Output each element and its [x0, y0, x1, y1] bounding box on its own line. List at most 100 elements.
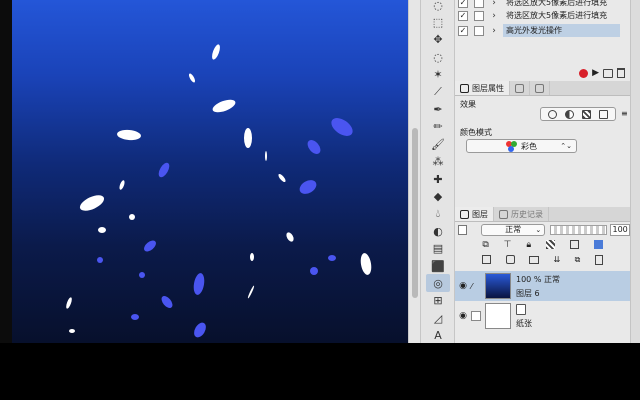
select-icon[interactable]: ⬚	[426, 13, 450, 31]
pen-icon[interactable]: ✒	[426, 100, 450, 118]
lock-transparency-icon[interactable]	[545, 240, 555, 249]
tone-effect-icon[interactable]	[565, 109, 574, 119]
layer-property-icon	[460, 83, 469, 93]
blend-icon[interactable]: 💧︎	[426, 205, 450, 223]
sub-tool-icon	[515, 83, 524, 93]
action-dialog-checkbox[interactable]	[474, 25, 484, 36]
lasso-icon[interactable]: ◌	[426, 48, 450, 66]
trash-icon[interactable]	[617, 68, 625, 78]
play-icon[interactable]: ▶	[592, 68, 599, 78]
property-panel-tabs: 图层属性	[455, 81, 630, 96]
effect-buttons[interactable]	[540, 107, 616, 121]
layer-row-selected[interactable]: ◉ ⁄ 100 % 正常 图层 6	[455, 271, 630, 301]
text-icon[interactable]: A	[426, 327, 450, 345]
gradient-icon[interactable]: ▤	[426, 240, 450, 258]
petal-shape	[129, 214, 135, 220]
tool-bar: ◌ ⬚ ✥ ◌ ✶ ⟋ ✒ ✏ 🖌︎ ⁂ ✚ ◆ 💧︎ ◐ ▤ ⬛ ◎ ⊞ ◿ A	[420, 0, 455, 343]
tab-history[interactable]: 历史记录	[494, 207, 549, 221]
petal-shape	[194, 322, 206, 338]
color-mode-select[interactable]: 彩色 ⌃⌄	[466, 139, 577, 153]
petal-shape	[79, 195, 105, 211]
opacity-input[interactable]: 100	[610, 223, 630, 236]
effect-label: 效果	[460, 100, 476, 109]
tab-label: 历史记录	[511, 209, 543, 219]
figure-icon[interactable]: ⬛	[426, 257, 450, 275]
chevron-right-icon[interactable]: ›	[489, 0, 499, 8]
pencil-icon[interactable]: ✏	[426, 118, 450, 136]
opacity-slider[interactable]	[550, 224, 608, 235]
delete-layer-icon[interactable]	[594, 254, 603, 265]
canvas-vertical-scrollbar[interactable]	[408, 0, 420, 343]
petal-shape	[278, 173, 286, 183]
layer-color-icon[interactable]	[582, 109, 591, 119]
record-icon[interactable]	[579, 68, 589, 78]
lasso-icon[interactable]: ◌	[426, 0, 450, 14]
reference-icon[interactable]: ⊤	[504, 240, 512, 250]
menu-icon[interactable]: ≡	[621, 109, 628, 118]
layer-lock-checkbox[interactable]	[471, 311, 481, 321]
blend-mode-select[interactable]: 正常 ⌄	[481, 223, 546, 236]
action-item-selected[interactable]: ✓ › 高光外发光操作	[455, 23, 630, 38]
layer-property-panel: 效果 ≡ 颜色模式 彩色 ⌃⌄	[455, 96, 630, 206]
petal-shape	[97, 257, 103, 263]
action-enable-checkbox[interactable]: ✓	[458, 25, 468, 36]
petal-shape	[247, 285, 255, 299]
border-effect-icon[interactable]	[548, 109, 557, 119]
new-raster-layer-icon[interactable]	[482, 255, 492, 264]
effect-extra-icon[interactable]	[599, 109, 608, 119]
action-dialog-checkbox[interactable]	[474, 10, 484, 21]
tab-sub-tool[interactable]	[510, 81, 530, 95]
tab-tool-property[interactable]	[530, 81, 550, 95]
action-enable-checkbox[interactable]: ✓	[458, 10, 468, 21]
copy-layer-icon[interactable]: ⧉	[575, 255, 581, 265]
petal-shape	[250, 253, 254, 261]
eye-icon[interactable]: ◉	[457, 281, 469, 291]
petal-shape	[331, 118, 353, 136]
eye-icon[interactable]: ◉	[457, 311, 469, 321]
lock-icon[interactable]: 🔒︎	[526, 240, 531, 250]
action-label: 将选区放大5像素后进行填充	[506, 11, 608, 20]
petal-shape	[139, 272, 145, 278]
petal-shape	[212, 99, 236, 113]
petal-shape	[212, 44, 220, 60]
new-vector-layer-icon[interactable]	[505, 255, 515, 264]
mask-icon[interactable]	[569, 240, 579, 249]
scrollbar-thumb[interactable]	[412, 128, 418, 298]
tab-label: 图层	[472, 209, 488, 219]
balloon-icon[interactable]: ◎	[426, 274, 450, 293]
panel-right-edge	[630, 0, 640, 343]
petal-shape	[66, 297, 72, 309]
tab-layer[interactable]: 图层	[455, 207, 494, 221]
eyedropper-icon[interactable]: ⟋	[426, 83, 450, 101]
frame-icon[interactable]: ⊞	[426, 292, 450, 310]
chevron-right-icon[interactable]: ›	[489, 11, 499, 21]
new-action-icon[interactable]	[603, 68, 613, 78]
action-dialog-checkbox[interactable]	[474, 0, 484, 8]
color-icon[interactable]	[593, 240, 603, 249]
move-icon[interactable]: ✥	[426, 31, 450, 49]
merge-down-icon[interactable]: ⇊	[553, 255, 560, 264]
pen-edit-icon: ⁄	[471, 281, 473, 291]
petal-shape	[265, 151, 267, 161]
new-folder-icon[interactable]	[529, 255, 540, 264]
canvas[interactable]	[12, 0, 408, 343]
layer-action-row: ⇊ ⧉	[455, 252, 630, 267]
action-item[interactable]: ✓ › 将选区放大5像素后进行填充	[455, 8, 630, 23]
magic-wand-icon[interactable]: ✶	[426, 66, 450, 84]
airbrush-icon[interactable]: ⁂	[426, 153, 450, 171]
layer-row[interactable]: ◉ 纸张	[455, 301, 630, 331]
clip-icon[interactable]: ⧉	[482, 240, 488, 250]
eraser-icon[interactable]: ◆	[426, 187, 450, 205]
ruler-icon[interactable]: ◿	[426, 309, 450, 327]
canvas-left-edge	[0, 0, 12, 343]
decoration-icon[interactable]: ✚	[426, 170, 450, 188]
brush-icon[interactable]: 🖌︎	[426, 135, 450, 153]
tab-layer-property[interactable]: 图层属性	[455, 81, 510, 95]
chevron-right-icon[interactable]: ›	[489, 26, 499, 36]
layer-tool-row: ⧉ ⊤ 🔒︎	[455, 237, 630, 252]
color-mode-value: 彩色	[521, 141, 537, 151]
fill-icon[interactable]: ◐	[426, 222, 450, 240]
tab-label: 图层属性	[472, 83, 504, 93]
action-enable-checkbox[interactable]: ✓	[458, 0, 468, 8]
layer-clip-checkbox[interactable]	[458, 224, 468, 235]
